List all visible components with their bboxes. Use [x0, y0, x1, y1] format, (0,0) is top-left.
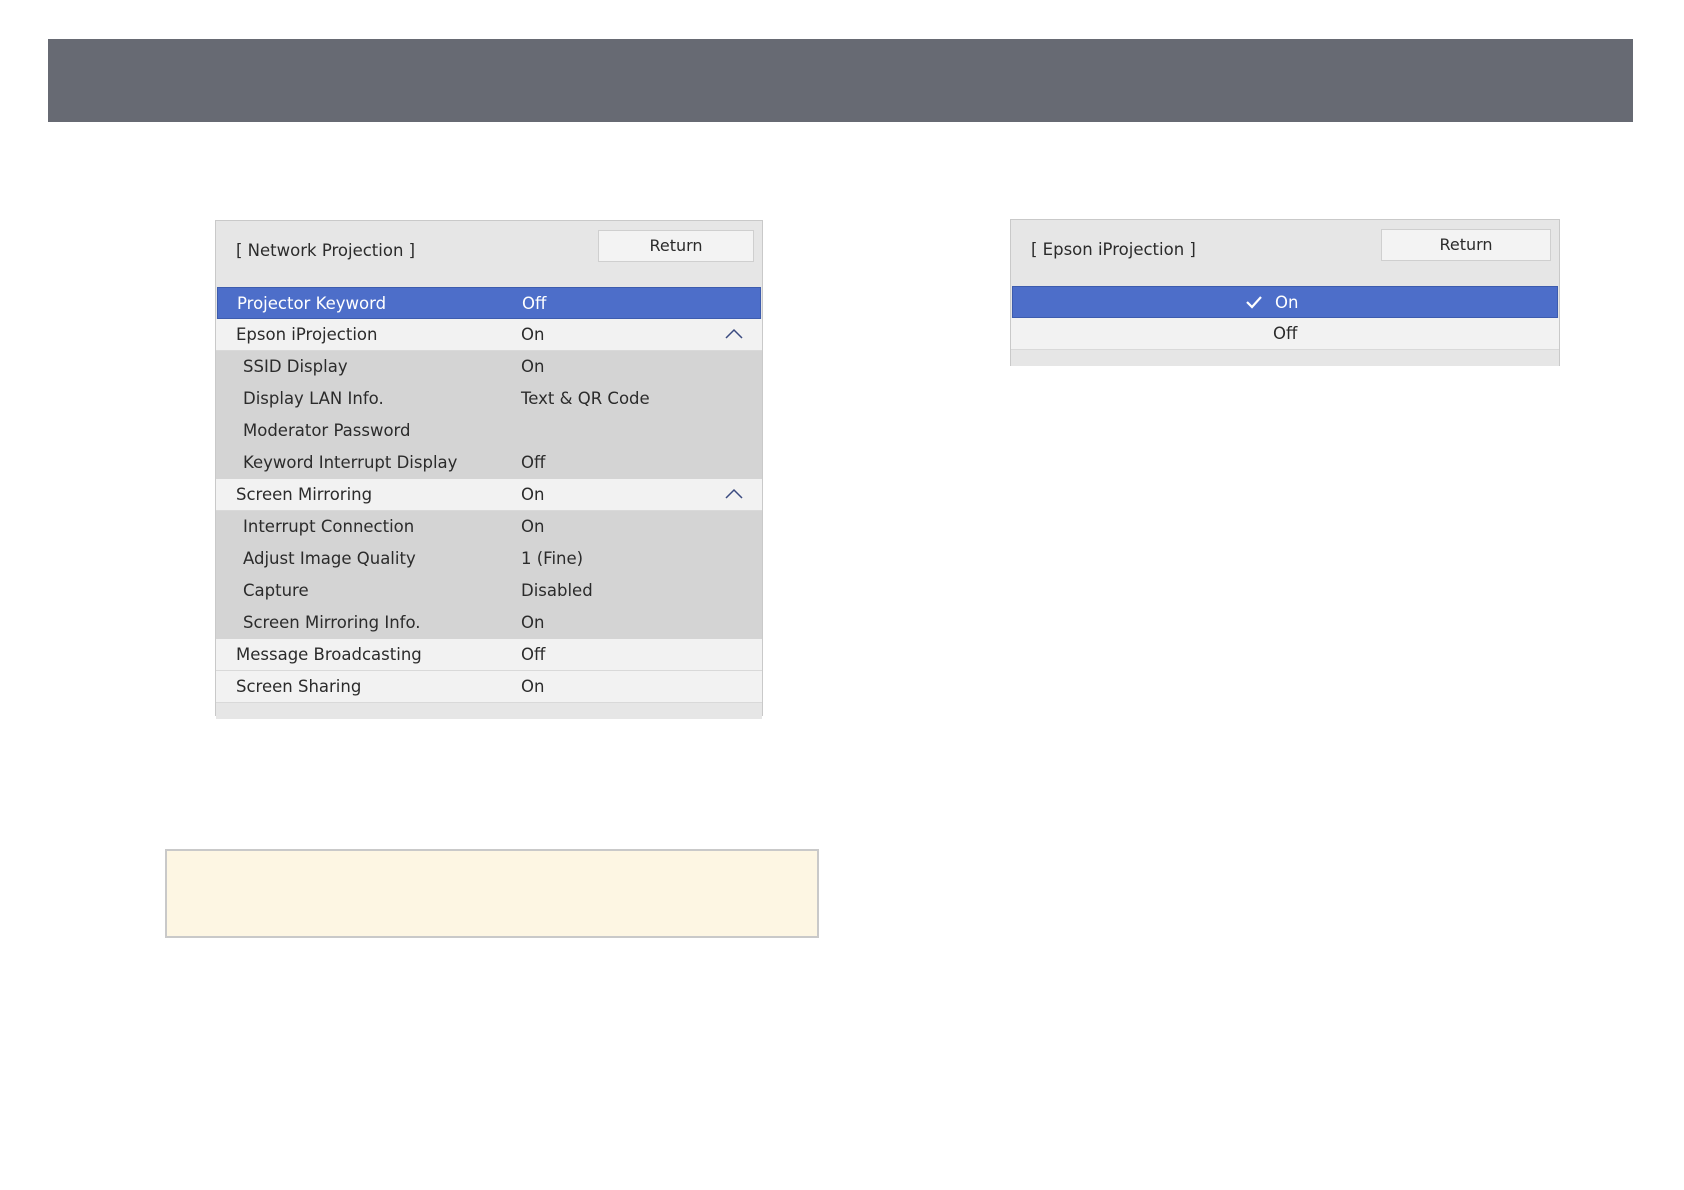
panel-title: [ Epson iProjection ] [1031, 240, 1196, 259]
panel-footer [1011, 350, 1559, 366]
menu-item-moderator-password[interactable]: Moderator Password [216, 415, 762, 447]
item-value: On [521, 357, 545, 376]
item-value: Text & QR Code [521, 389, 650, 408]
item-label: Screen Mirroring Info. [243, 613, 421, 632]
item-value: Off [522, 294, 547, 313]
item-label: Keyword Interrupt Display [243, 453, 458, 472]
menu-item-screen-sharing[interactable]: Screen Sharing On [216, 671, 762, 703]
panel-title: [ Network Projection ] [236, 241, 416, 260]
item-value: On [521, 485, 545, 504]
item-label: Capture [243, 581, 309, 600]
item-value: On [521, 613, 545, 632]
menu-item-epson-iprojection[interactable]: Epson iProjection On [216, 319, 762, 351]
item-value: On [521, 325, 545, 344]
menu-item-interrupt-connection[interactable]: Interrupt Connection On [216, 511, 762, 543]
item-value: Off [521, 453, 546, 472]
menu-item-projector-keyword[interactable]: Projector Keyword Off [217, 287, 761, 319]
option-off[interactable]: Off [1011, 318, 1559, 350]
item-value: 1 (Fine) [521, 549, 584, 568]
menu-item-display-lan-info[interactable]: Display LAN Info. Text & QR Code [216, 383, 762, 415]
item-label: Message Broadcasting [236, 645, 422, 664]
return-button[interactable]: Return [598, 230, 754, 262]
chevron-up-icon[interactable] [724, 488, 744, 500]
menu-item-message-broadcasting[interactable]: Message Broadcasting Off [216, 639, 762, 671]
item-label: Interrupt Connection [243, 517, 415, 536]
item-label: Moderator Password [243, 421, 411, 440]
menu-item-screen-mirroring-info[interactable]: Screen Mirroring Info. On [216, 607, 762, 639]
item-label: Display LAN Info. [243, 389, 384, 408]
menu-item-keyword-interrupt-display[interactable]: Keyword Interrupt Display Off [216, 447, 762, 479]
item-value: On [521, 517, 545, 536]
menu-item-capture[interactable]: Capture Disabled [216, 575, 762, 607]
menu-item-adjust-image-quality[interactable]: Adjust Image Quality 1 (Fine) [216, 543, 762, 575]
option-label: Off [1273, 324, 1298, 343]
item-label: Projector Keyword [237, 294, 387, 313]
checkmark-icon [1246, 296, 1262, 309]
item-label: SSID Display [243, 357, 348, 376]
item-value: On [521, 677, 545, 696]
item-value: Disabled [521, 581, 593, 600]
panel-header: [ Network Projection ] Return [216, 221, 762, 287]
option-on[interactable]: On [1012, 286, 1558, 318]
menu-item-ssid-display[interactable]: SSID Display On [216, 351, 762, 383]
return-button[interactable]: Return [1381, 229, 1551, 261]
header-band [48, 39, 1633, 122]
epson-iprojection-panel: [ Epson iProjection ] Return On Off [1010, 219, 1560, 366]
item-label: Epson iProjection [236, 325, 378, 344]
item-label: Screen Sharing [236, 677, 362, 696]
panel-header: [ Epson iProjection ] Return [1011, 220, 1559, 286]
note-box [165, 849, 819, 938]
item-label: Screen Mirroring [236, 485, 373, 504]
item-label: Adjust Image Quality [243, 549, 416, 568]
panel-footer [216, 703, 762, 719]
option-label: On [1275, 293, 1299, 312]
chevron-up-icon[interactable] [724, 328, 744, 340]
settings-list: Projector Keyword Off Epson iProjection … [216, 287, 762, 703]
network-projection-panel: [ Network Projection ] Return Projector … [215, 220, 763, 719]
menu-item-screen-mirroring[interactable]: Screen Mirroring On [216, 479, 762, 511]
option-list: On Off [1011, 286, 1559, 350]
item-value: Off [521, 645, 546, 664]
